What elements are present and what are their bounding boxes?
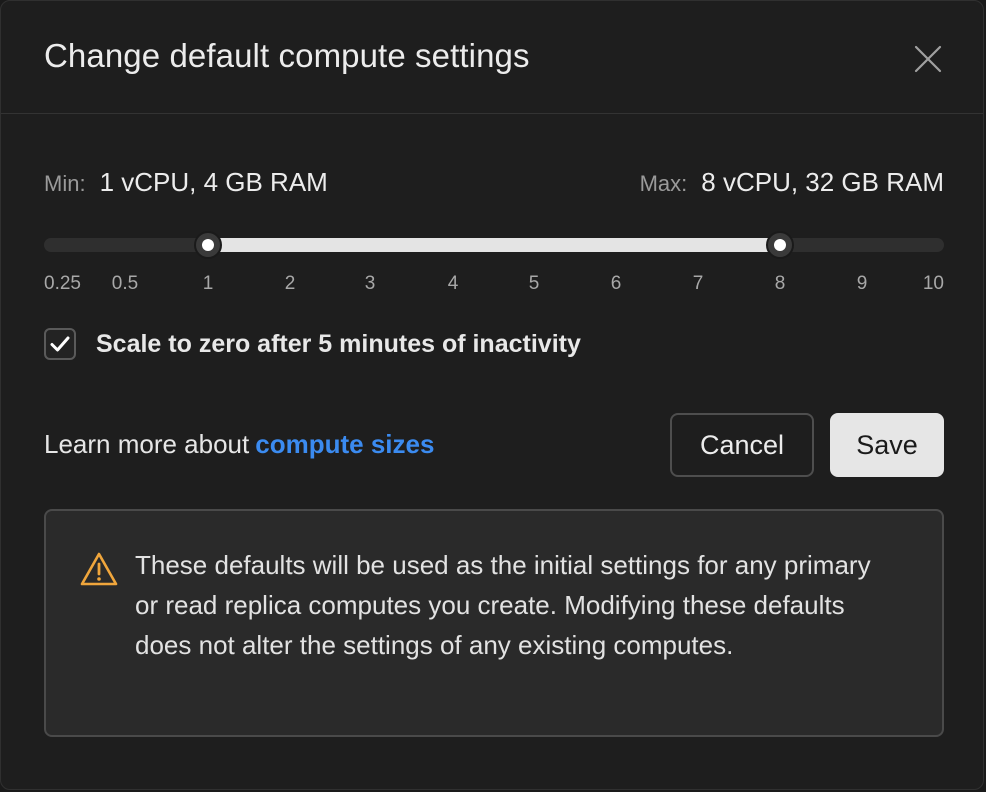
min-label: Min: [44,171,86,196]
min-range: Min: 1 vCPU, 4 GB RAM [44,167,328,198]
compute-range-slider[interactable] [44,231,944,259]
slider-tick-label: 9 [856,273,868,294]
dialog-header: Change default compute settings [1,1,983,114]
max-value: 8 vCPU, 32 GB RAM [701,167,944,197]
slider-tick-label: 6 [610,273,622,294]
scale-to-zero-label: Scale to zero after 5 minutes of inactiv… [96,329,581,358]
learn-more-prefix: Learn more about [44,429,250,459]
slider-max-thumb[interactable] [766,231,794,259]
compute-settings-dialog: Change default compute settings Min: 1 vC… [0,0,984,790]
compute-range-summary: Min: 1 vCPU, 4 GB RAM Max: 8 vCPU, 32 GB R… [44,167,944,201]
max-label: Max: [639,171,688,196]
slider-tick-label: 3 [364,273,376,294]
checkmark-icon [50,336,70,352]
defaults-notice: These defaults will be used as the initi… [44,509,944,737]
max-range: Max: 8 vCPU, 32 GB RAM [640,167,944,198]
cancel-button[interactable]: Cancel [670,413,814,477]
slider-track-fill [208,238,780,252]
slider-tick-label: 4 [447,273,459,294]
close-button[interactable] [909,40,947,78]
slider-tick-labels: 0.25 0.5 1 2 3 4 5 6 7 8 9 10 [44,273,944,295]
warning-icon [80,552,118,586]
notice-text: These defaults will be used as the initi… [135,550,871,660]
close-icon [914,45,942,73]
slider-tick-label: 5 [528,273,540,294]
slider-tick-label: 7 [692,273,704,294]
scale-to-zero-option[interactable]: Scale to zero after 5 minutes of inactiv… [44,327,581,361]
save-button[interactable]: Save [830,413,944,477]
dialog-title: Change default compute settings [44,37,530,74]
slider-min-thumb[interactable] [194,231,222,259]
slider-tick-label: 2 [284,273,296,294]
min-value: 1 vCPU, 4 GB RAM [99,167,328,197]
slider-tick-label: 8 [774,273,786,294]
scale-to-zero-checkbox[interactable] [44,328,76,360]
compute-sizes-link[interactable]: compute sizes [255,429,434,459]
slider-tick-label: 10 [922,273,944,294]
slider-tick-label: 0.5 [111,273,139,294]
slider-tick-label: 1 [202,273,214,294]
learn-more-text: Learn more about compute sizes [44,429,434,460]
slider-tick-label: 0.25 [44,273,81,294]
